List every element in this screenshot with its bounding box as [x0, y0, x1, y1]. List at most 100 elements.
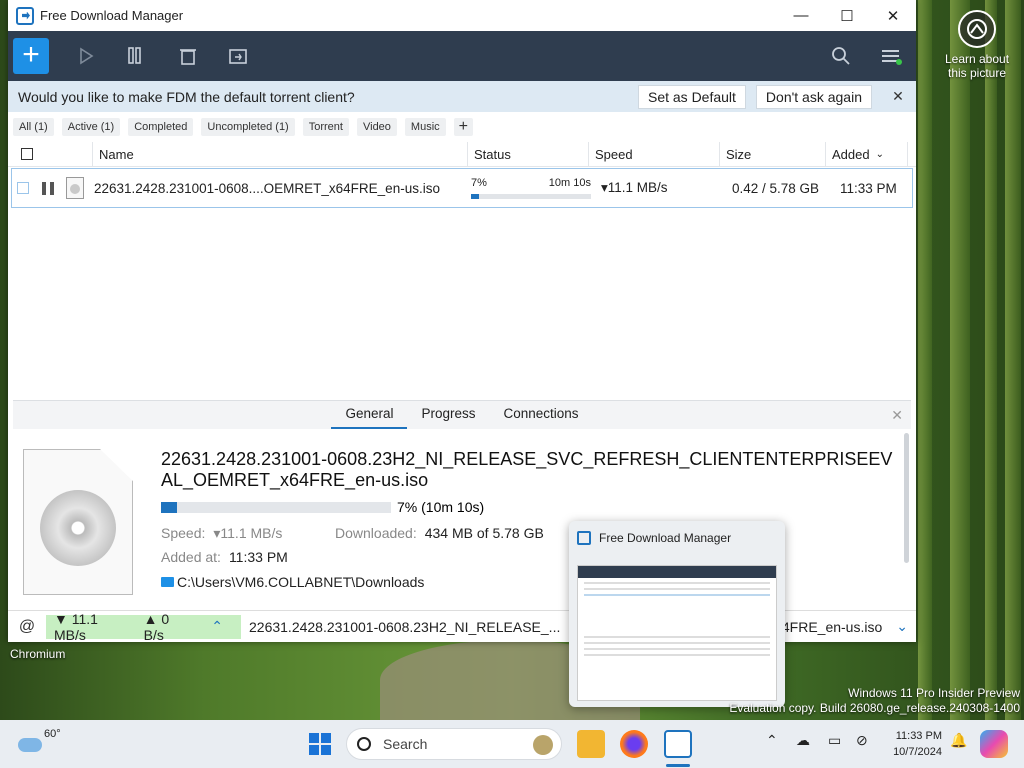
download-eta: 10m 10s: [548, 177, 591, 189]
start-button[interactable]: [309, 733, 331, 755]
network-icon[interactable]: ⊘: [856, 732, 868, 749]
select-all-checkbox[interactable]: [21, 148, 33, 160]
tray-overflow-icon[interactable]: ⌃: [766, 732, 778, 749]
search-icon[interactable]: [816, 31, 866, 81]
dont-ask-button[interactable]: Don't ask again: [755, 84, 872, 109]
column-added[interactable]: Added ⌄: [826, 142, 908, 166]
chromium-desktop-label[interactable]: Chromium: [10, 647, 65, 661]
copilot-icon[interactable]: [980, 730, 1008, 758]
select-all-cell[interactable]: [8, 142, 93, 166]
downloaded-value: 434 MB of 5.78 GB: [424, 525, 544, 541]
total-up-speed: ▲ 0 B/s: [143, 610, 170, 643]
toolbar: +: [8, 31, 916, 81]
details-progress-text: 7% (10m 10s): [397, 499, 485, 515]
filter-music[interactable]: Music: [404, 118, 446, 136]
temperature: 60°: [44, 728, 61, 740]
system-clock[interactable]: 11:33 PM 10/7/2024: [884, 728, 942, 760]
details-added: Added at: 11:33 PM: [161, 549, 288, 565]
details-progress: 7% (10m 10s): [161, 499, 484, 515]
download-percent: 7%: [471, 177, 487, 189]
title-bar: Free Download Manager — ☐ ✕: [8, 0, 916, 31]
folder-icon: [161, 577, 174, 587]
expand-chevron-icon[interactable]: ⌄: [896, 618, 908, 635]
thumbnail-image: [577, 565, 777, 701]
close-button[interactable]: ✕: [870, 0, 916, 31]
weather-widget[interactable]: 60°: [18, 728, 61, 752]
details-folder[interactable]: C:\Users\VM6.COLLABNET\Downloads: [161, 574, 424, 590]
total-down-speed: ▼ 11.1 MB/s: [54, 610, 98, 643]
filter-active[interactable]: Active (1): [61, 118, 121, 136]
download-row[interactable]: 22631.2428.231001-0608....OEMRET_x64FRE_…: [11, 168, 913, 208]
play-icon[interactable]: [63, 31, 113, 81]
fdm-taskbar-icon[interactable]: [664, 730, 692, 758]
details-progress-bar: [161, 501, 391, 513]
add-download-button[interactable]: +: [13, 38, 49, 74]
default-client-infobar: Would you like to make FDM the default t…: [8, 81, 916, 112]
camera-icon: [958, 10, 996, 48]
speed-value: ▾11.1 MB/s: [213, 525, 283, 541]
filter-uncompleted[interactable]: Uncompleted (1): [201, 118, 295, 136]
download-list-header: Name Status Speed Size Added ⌄: [8, 142, 916, 167]
download-status: 7% 10m 10s: [471, 177, 591, 199]
snail-mode-icon[interactable]: @: [8, 618, 46, 636]
clock-date: 10/7/2024: [893, 746, 942, 758]
watermark-line2: Evaluation copy. Build 26080.ge_release.…: [729, 701, 1020, 715]
column-name[interactable]: Name: [93, 142, 468, 166]
tab-progress[interactable]: Progress: [407, 401, 489, 429]
speed-chevron-icon: ⌃: [211, 618, 223, 634]
row-checkbox[interactable]: [17, 182, 29, 194]
menu-icon[interactable]: [866, 31, 916, 81]
spotlight-widget[interactable]: Learn about this picture: [940, 10, 1014, 80]
column-status[interactable]: Status: [468, 142, 589, 166]
tab-connections[interactable]: Connections: [490, 401, 593, 429]
trash-icon[interactable]: [163, 31, 213, 81]
details-downloaded: Downloaded: 434 MB of 5.78 GB: [335, 525, 544, 541]
display-icon[interactable]: ▭: [828, 732, 841, 749]
active-app-indicator: [666, 764, 690, 767]
onedrive-icon[interactable]: ☁: [796, 732, 810, 749]
column-added-label: Added: [832, 146, 870, 162]
details-scrollbar[interactable]: [904, 433, 909, 563]
search-icon: [357, 737, 371, 751]
file-explorer-icon[interactable]: [577, 730, 605, 758]
notification-bell-icon[interactable]: 🔔: [950, 732, 967, 749]
download-added: 11:33 PM: [840, 180, 897, 196]
sort-desc-icon: ⌄: [875, 148, 884, 160]
fdm-logo-icon: [577, 531, 591, 545]
taskbar-search[interactable]: Search: [346, 728, 562, 760]
filter-completed[interactable]: Completed: [128, 118, 194, 136]
firefox-icon[interactable]: [620, 730, 648, 758]
column-speed[interactable]: Speed: [589, 142, 720, 166]
filter-all[interactable]: All (1): [13, 118, 54, 136]
disc-file-icon: [66, 177, 84, 199]
filter-bar: All (1) Active (1) Completed Uncompleted…: [8, 112, 916, 142]
total-speed[interactable]: ▼ 11.1 MB/s ▲ 0 B/s ⌃: [46, 611, 241, 643]
pause-all-icon[interactable]: [113, 31, 163, 81]
search-placeholder: Search: [383, 736, 428, 752]
add-filter-button[interactable]: +: [453, 118, 473, 136]
speed-label: Speed:: [161, 525, 206, 541]
move-to-folder-icon[interactable]: [213, 31, 263, 81]
details-file-name: 22631.2428.231001-0608.23H2_NI_RELEASE_S…: [161, 449, 893, 490]
column-size[interactable]: Size: [720, 142, 826, 166]
filter-video[interactable]: Video: [356, 118, 397, 136]
cloud-icon: [18, 738, 42, 752]
minimize-button[interactable]: —: [778, 0, 824, 31]
download-progress-fill: [471, 194, 480, 199]
details-close-icon[interactable]: ✕: [891, 407, 903, 424]
filter-torrent[interactable]: Torrent: [302, 118, 349, 136]
status-file-right: 4FRE_en-us.iso: [781, 618, 883, 635]
infobar-message: Would you like to make FDM the default t…: [18, 88, 355, 105]
tab-general[interactable]: General: [331, 401, 408, 429]
set-default-button[interactable]: Set as Default: [637, 84, 746, 109]
taskbar: 60° Search ⌃ ☁ ▭ ⊘ 11:33 PM 10/7/2024 🔔: [0, 720, 1024, 768]
infobar-close-icon[interactable]: ✕: [890, 88, 906, 105]
details-speed: Speed: ▾11.1 MB/s: [161, 525, 282, 542]
folder-path: C:\Users\VM6.COLLABNET\Downloads: [177, 574, 425, 590]
taskbar-thumbnail-preview[interactable]: Free Download Manager: [569, 521, 785, 707]
download-speed: ▾11.1 MB/s: [601, 180, 668, 195]
maximize-button[interactable]: ☐: [824, 0, 870, 31]
details-tabs: General Progress Connections ✕: [13, 401, 911, 429]
fdm-logo-icon: [16, 6, 34, 25]
pause-icon[interactable]: [42, 181, 54, 195]
